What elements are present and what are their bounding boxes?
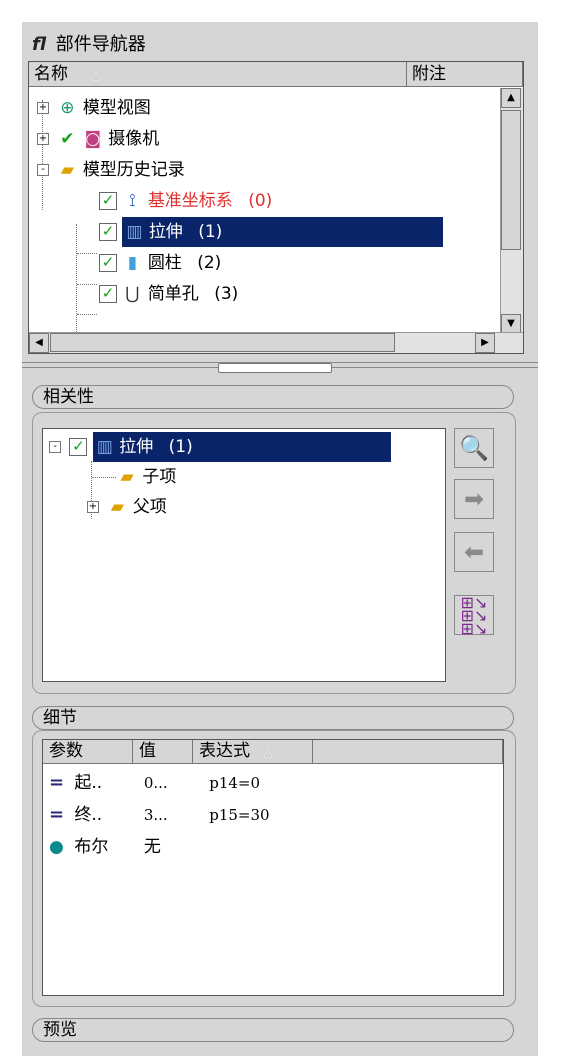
tree-item-index: (1) <box>168 437 193 457</box>
selected-row-highlight: ▥ 拉伸 (1) <box>122 217 444 247</box>
expand-toggle[interactable]: + <box>37 133 49 145</box>
check-mark-icon: ✔ <box>60 129 75 149</box>
tree-guide-line <box>92 477 116 478</box>
dependencies-section-header[interactable]: 相关性 <box>32 385 514 409</box>
navigator-tree[interactable]: 名称 △ 附注 + ⊕ 模型视图 + ✔ ◙ 摄像机 - ▰ 模型历史记录 ✓ … <box>28 61 524 354</box>
splitter-grip[interactable] <box>218 363 332 373</box>
extrude-icon: ▥ <box>96 437 113 457</box>
tree-guide-line <box>77 314 97 315</box>
scroll-up-button[interactable]: ▲ <box>501 88 521 108</box>
visibility-checkbox[interactable]: ✓ <box>69 438 88 456</box>
tree-expand-icon: ⊞↘ ⊞↘ ⊞↘ <box>460 593 488 638</box>
tree-item-label: 父项 <box>132 497 167 517</box>
table-row[interactable]: = 终.. 3... p15=30 <box>49 800 499 830</box>
tree-item-label: 圆柱 <box>147 253 182 273</box>
equals-icon: = <box>49 772 65 793</box>
column-header-empty <box>313 740 503 764</box>
dependency-parents[interactable]: + ▰ 父项 <box>87 492 167 522</box>
table-row[interactable]: ● 布尔 无 <box>49 832 499 862</box>
tree-item-label: 拉伸 <box>119 437 154 457</box>
collapse-toggle[interactable]: - <box>37 164 49 176</box>
tree-item-index: (2) <box>197 253 222 273</box>
back-button[interactable]: ⬅ <box>454 532 494 572</box>
visibility-checkbox[interactable]: ✓ <box>99 285 117 303</box>
tree-item-extrude[interactable]: ✓ ▥ 拉伸 (1) <box>99 217 444 247</box>
vertical-scrollbar[interactable]: ▲ ▼ <box>500 88 523 334</box>
visibility-checkbox[interactable]: ✓ <box>99 254 117 272</box>
magnify-button[interactable]: 🔍 <box>454 428 494 468</box>
boolean-icon: ● <box>49 837 64 857</box>
tree-item-label: 简单孔 <box>147 284 199 304</box>
cylinder-icon: ▮ <box>127 253 138 273</box>
table-row[interactable]: = 起.. 0... p14=0 <box>49 768 499 798</box>
details-section-header[interactable]: 细节 <box>32 706 514 730</box>
sort-ascending-icon: △ <box>263 745 273 759</box>
tree-item-label: 摄像机 <box>108 129 160 149</box>
magnifier-icon: 🔍 <box>459 434 489 462</box>
tree-item-label: 模型视图 <box>82 98 151 118</box>
forward-button[interactable]: ➡ <box>454 479 494 519</box>
folder-open-icon: ▰ <box>120 467 134 487</box>
extrude-icon: ▥ <box>126 222 143 242</box>
datum-csys-icon: ⟟ <box>129 191 136 211</box>
dependency-root-extrude[interactable]: - ✓ ▥ 拉伸 (1) <box>49 432 391 462</box>
tree-item-label: 模型历史记录 <box>82 160 185 180</box>
visibility-checkbox[interactable]: ✓ <box>99 192 117 210</box>
scroll-thumb[interactable] <box>501 110 521 250</box>
column-header-name[interactable]: 名称 △ <box>29 62 407 87</box>
dependencies-tree[interactable]: - ✓ ▥ 拉伸 (1) ▰ 子项 + ▰ 父项 <box>42 428 446 682</box>
folder-open-icon: ▰ <box>60 160 74 180</box>
tree-item-index: (1) <box>198 222 223 242</box>
panel-title: ﬂ 部件导航器 <box>32 30 146 56</box>
model-view-icon: ⊕ <box>60 98 75 118</box>
tree-item-index: (0) <box>248 191 273 211</box>
column-header-value[interactable]: 值 <box>133 740 193 764</box>
tree-item-label: 基准坐标系 <box>147 191 233 211</box>
tree-item-label: 子项 <box>142 467 177 487</box>
arrow-left-icon: ⬅ <box>463 538 485 566</box>
scroll-thumb[interactable] <box>50 333 395 352</box>
sort-ascending-icon: △ <box>91 68 101 82</box>
part-navigator-panel: ﬂ 部件导航器 名称 △ 附注 + ⊕ 模型视图 + ✔ ◙ 摄像机 - ▰ 模… <box>22 22 538 1056</box>
scroll-left-button[interactable]: ◀ <box>29 333 49 353</box>
tree-item-cylinder[interactable]: ✓ ▮ 圆柱 (2) <box>99 248 221 278</box>
tree-item-model-views[interactable]: + ⊕ 模型视图 <box>37 93 151 123</box>
column-header-expression[interactable]: 表达式 △ <box>193 740 313 764</box>
arrow-right-icon: ➡ <box>463 485 485 513</box>
tree-item-label: 拉伸 <box>148 222 183 242</box>
tree-item-index: (3) <box>214 284 239 304</box>
panel-splitter[interactable] <box>22 358 538 373</box>
horizontal-scrollbar[interactable]: ◀ ▶ <box>29 332 523 353</box>
tree-guide-line <box>77 284 97 285</box>
scroll-down-button[interactable]: ▼ <box>501 314 521 334</box>
panel-title-text: 部件导航器 <box>55 34 146 55</box>
scroll-right-button[interactable]: ▶ <box>475 333 495 353</box>
expand-toggle[interactable]: + <box>87 501 99 513</box>
preview-section-header[interactable]: 预览 <box>32 1018 514 1042</box>
collapse-toggle[interactable]: - <box>49 441 61 453</box>
column-header-param[interactable]: 参数 <box>43 740 133 764</box>
dependency-children[interactable]: ▰ 子项 <box>117 462 176 492</box>
details-table[interactable]: 参数 值 表达式 △ = 起.. 0... p14=0 = 终.. 3... p… <box>42 739 504 996</box>
expand-all-button[interactable]: ⊞↘ ⊞↘ ⊞↘ <box>454 593 494 638</box>
tree-item-model-history[interactable]: - ▰ 模型历史记录 <box>37 155 185 185</box>
simple-hole-icon: ⋃ <box>125 284 140 304</box>
tree-guide-line <box>77 253 97 254</box>
equals-icon: = <box>49 804 65 825</box>
part-navigator-icon: ﬂ <box>32 34 47 55</box>
selected-row-highlight: ▥ 拉伸 (1) <box>92 432 391 462</box>
folder-open-icon: ▰ <box>110 497 124 517</box>
column-header-notes[interactable]: 附注 <box>407 62 523 87</box>
tree-item-cameras[interactable]: + ✔ ◙ 摄像机 <box>37 124 159 154</box>
camera-icon: ◙ <box>84 129 102 149</box>
tree-item-datum-csys[interactable]: ✓ ⟟ 基准坐标系 (0) <box>99 186 272 216</box>
tree-guide-line <box>76 224 77 346</box>
expand-toggle[interactable]: + <box>37 102 49 114</box>
visibility-checkbox[interactable]: ✓ <box>99 223 117 241</box>
tree-item-simple-hole[interactable]: ✓ ⋃ 简单孔 (3) <box>99 279 238 309</box>
